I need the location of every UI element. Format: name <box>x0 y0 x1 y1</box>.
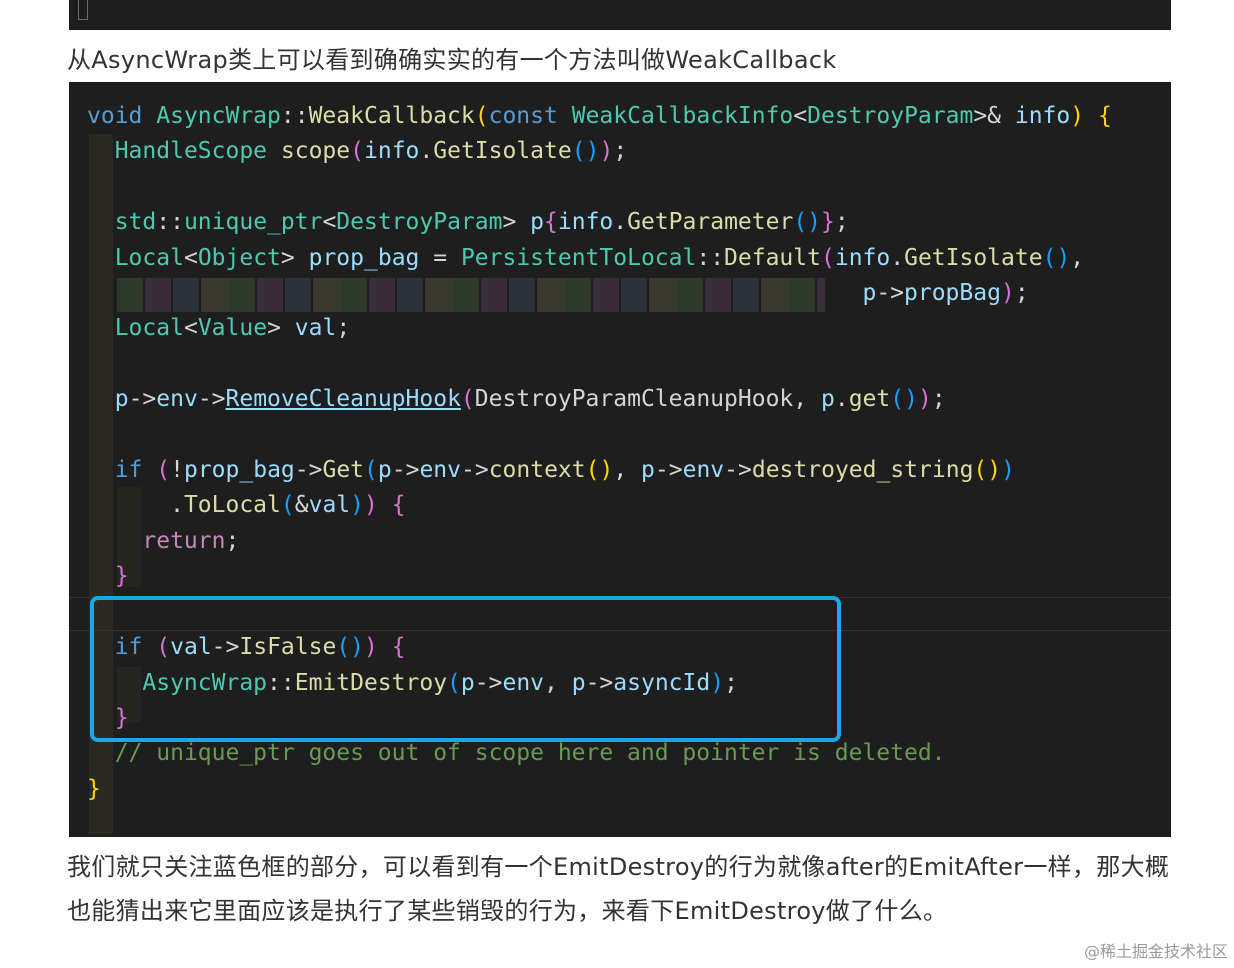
bracket-match-marker <box>78 0 88 20</box>
previous-code-block-fragment <box>69 0 1171 30</box>
intro-paragraph: 从AsyncWrap类上可以看到确确实实的有一个方法叫做WeakCallback <box>67 46 837 74</box>
outro-paragraph: 我们就只关注蓝色框的部分，可以看到有一个EmitDestroy的行为就像afte… <box>67 853 1170 925</box>
site-watermark: @稀土掘金技术社区 <box>1083 942 1228 961</box>
blue-highlight-frame <box>90 596 841 742</box>
code-block: void AsyncWrap::WeakCallback(const WeakC… <box>69 82 1171 837</box>
